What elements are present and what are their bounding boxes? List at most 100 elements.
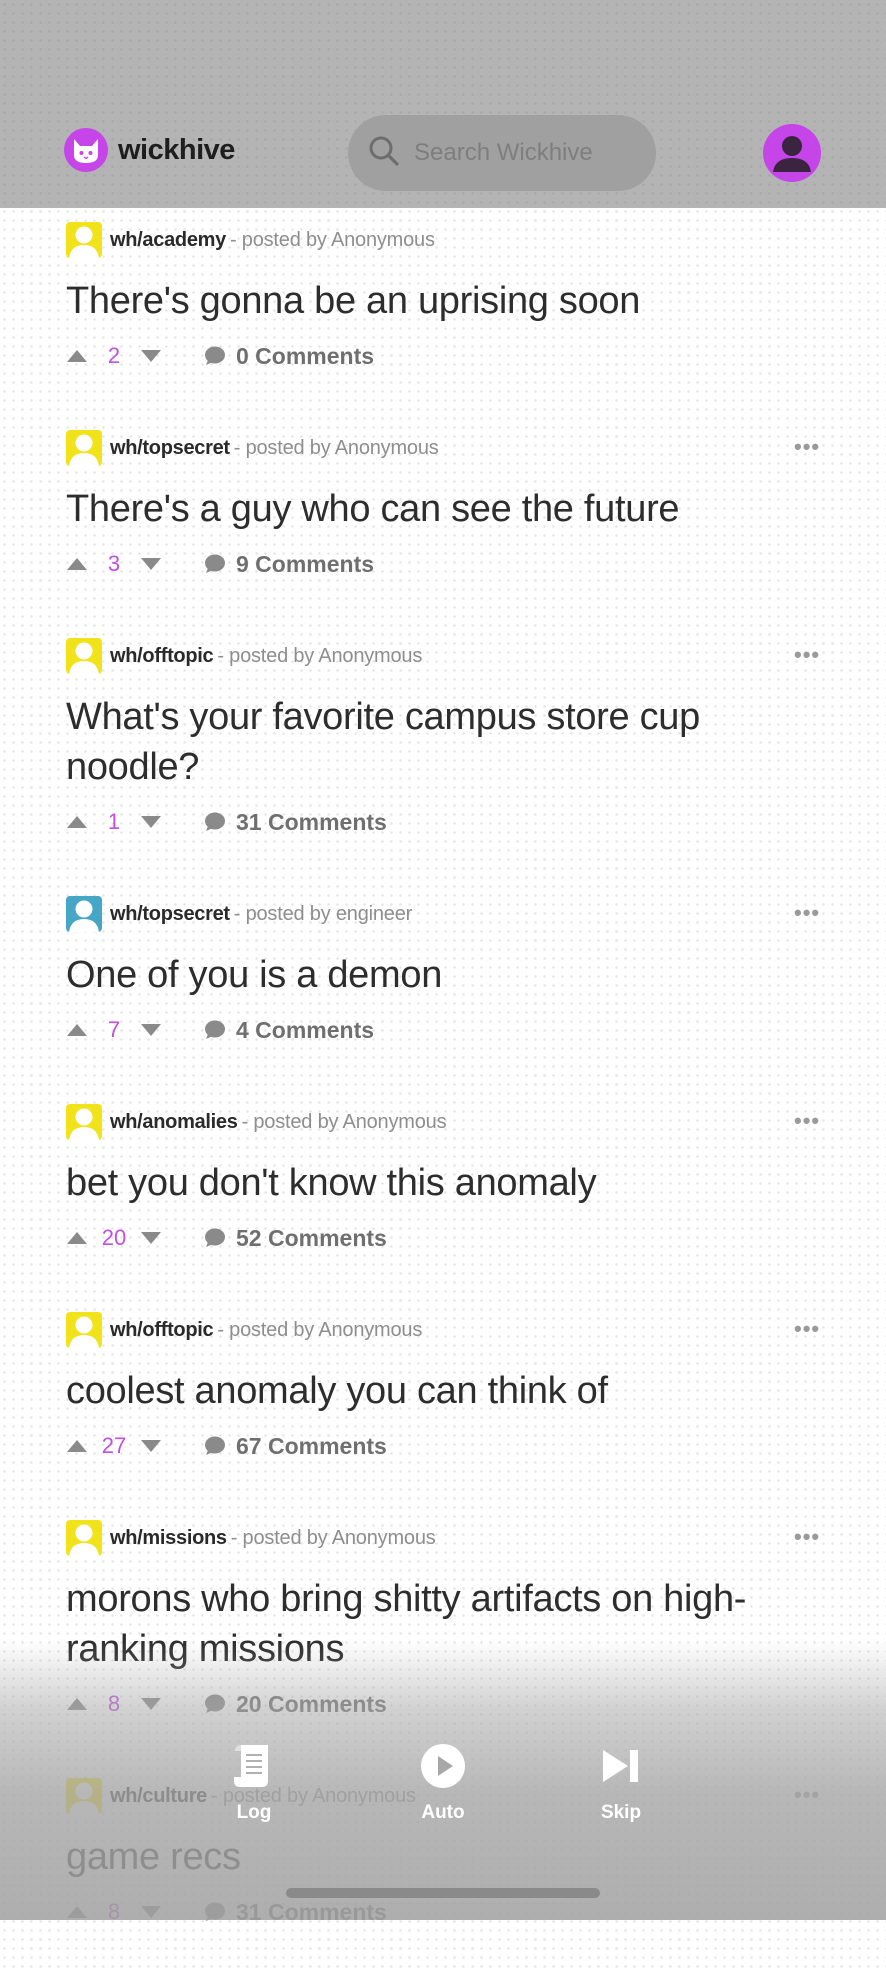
upvote-icon[interactable]: [66, 1231, 88, 1245]
post-card[interactable]: wh/anomalies - posted by Anonymous ••• b…: [0, 1090, 886, 1298]
subhive-link[interactable]: wh/topsecret: [110, 437, 230, 460]
play-icon: [420, 1740, 466, 1792]
post-actions: 27 67 Comments: [66, 1429, 387, 1463]
vote-score: 7: [107, 1017, 121, 1042]
downvote-icon[interactable]: [140, 1905, 162, 1919]
post-title[interactable]: There's gonna be an uprising soon: [66, 276, 786, 326]
scroll-icon: [232, 1740, 276, 1792]
post-meta: wh/offtopic - posted by Anonymous: [66, 1312, 422, 1348]
brand-name: wickhive: [118, 133, 235, 166]
search-input[interactable]: [412, 138, 616, 168]
posted-by-text: - posted by Anonymous: [229, 228, 435, 251]
comment-count: 0 Comments: [236, 342, 375, 369]
vote-score: 1: [107, 809, 121, 834]
downvote-icon[interactable]: [140, 349, 162, 363]
upvote-icon[interactable]: [66, 815, 88, 829]
post-title[interactable]: game recs: [66, 1832, 786, 1882]
comment-count: 52 Comments: [236, 1224, 387, 1251]
vote-score: 27: [101, 1433, 127, 1458]
comment-count: 4 Comments: [236, 1016, 375, 1043]
home-indicator[interactable]: [286, 1888, 600, 1898]
more-options-button[interactable]: •••: [794, 436, 820, 458]
comments-button[interactable]: 31 Comments: [204, 809, 387, 836]
post-actions: 2 0 Comments: [66, 339, 374, 373]
subhive-icon[interactable]: [66, 896, 102, 932]
posted-by-text: - posted by Anonymous: [241, 1110, 447, 1133]
subhive-link[interactable]: wh/topsecret: [110, 903, 230, 926]
more-options-button[interactable]: •••: [794, 1318, 820, 1340]
downvote-icon[interactable]: [140, 815, 162, 829]
subhive-icon[interactable]: [66, 1520, 102, 1556]
comments-button[interactable]: 67 Comments: [204, 1433, 387, 1460]
downvote-icon[interactable]: [140, 1439, 162, 1453]
upvote-icon[interactable]: [66, 349, 88, 363]
post-card[interactable]: wh/offtopic - posted by Anonymous ••• co…: [0, 1298, 886, 1506]
subhive-icon[interactable]: [66, 1104, 102, 1140]
subhive-link[interactable]: wh/missions: [110, 1527, 227, 1550]
post-card[interactable]: wh/topsecret - posted by Anonymous ••• T…: [0, 416, 886, 624]
comments-button[interactable]: 52 Comments: [204, 1225, 387, 1252]
upvote-icon[interactable]: [66, 1697, 88, 1711]
post-title[interactable]: coolest anomaly you can think of: [66, 1366, 786, 1416]
comments-button[interactable]: 20 Comments: [204, 1691, 387, 1718]
post-card[interactable]: wh/offtopic - posted by Anonymous ••• Wh…: [0, 624, 886, 882]
subhive-link[interactable]: wh/offtopic: [110, 645, 214, 668]
post-meta: wh/offtopic - posted by Anonymous: [66, 638, 422, 674]
subhive-icon[interactable]: [66, 430, 102, 466]
cat-logo-icon: [64, 128, 108, 172]
upvote-icon[interactable]: [66, 557, 88, 571]
posted-by-text: - posted by Anonymous: [230, 1526, 436, 1549]
post-actions: 1 31 Comments: [66, 805, 387, 839]
posted-by-text: - posted by engineer: [233, 902, 413, 925]
search-bar[interactable]: [348, 115, 656, 191]
post-title[interactable]: One of you is a demon: [66, 950, 786, 1000]
user-icon: [773, 136, 811, 172]
post-card[interactable]: wh/academy - posted by Anonymous ••• The…: [0, 208, 886, 416]
post-title[interactable]: bet you don't know this anomaly: [66, 1158, 786, 1208]
post-actions: 8 31 Comments: [66, 1895, 387, 1929]
subhive-icon[interactable]: [66, 638, 102, 674]
subhive-icon[interactable]: [66, 1312, 102, 1348]
post-title[interactable]: morons who bring shitty artifacts on hig…: [66, 1574, 786, 1674]
post-actions: 20 52 Comments: [66, 1221, 387, 1255]
downvote-icon[interactable]: [140, 1231, 162, 1245]
post-feed: wh/academy - posted by Anonymous ••• The…: [0, 208, 886, 1972]
comments-button[interactable]: 4 Comments: [204, 1017, 374, 1044]
upvote-icon[interactable]: [66, 1439, 88, 1453]
log-label: Log: [236, 1802, 272, 1823]
post-title[interactable]: There's a guy who can see the future: [66, 484, 786, 534]
comments-button[interactable]: 9 Comments: [204, 551, 374, 578]
post-card[interactable]: wh/topsecret - posted by engineer ••• On…: [0, 882, 886, 1090]
subhive-link[interactable]: wh/offtopic: [110, 1319, 214, 1342]
downvote-icon[interactable]: [140, 1697, 162, 1711]
subhive-link[interactable]: wh/academy: [110, 229, 226, 252]
comment-icon: [205, 1694, 225, 1713]
skip-button[interactable]: Skip: [566, 1740, 676, 1830]
auto-button[interactable]: Auto: [388, 1740, 498, 1830]
more-options-button[interactable]: •••: [794, 902, 820, 924]
subhive-icon[interactable]: [66, 222, 102, 258]
wickhive-logo[interactable]: wickhive: [64, 128, 235, 172]
skip-label: Skip: [600, 1802, 642, 1823]
vote-score: 3: [107, 551, 121, 576]
downvote-icon[interactable]: [140, 1023, 162, 1037]
more-options-button[interactable]: •••: [794, 1110, 820, 1132]
comment-icon: [205, 1228, 225, 1247]
comment-count: 67 Comments: [236, 1432, 387, 1459]
posted-by-text: - posted by Anonymous: [217, 1318, 423, 1341]
comment-icon: [205, 1436, 225, 1455]
post-card[interactable]: wh/missions - posted by Anonymous ••• mo…: [0, 1506, 886, 1764]
comment-count: 20 Comments: [236, 1690, 387, 1717]
more-options-button[interactable]: •••: [794, 1526, 820, 1548]
upvote-icon[interactable]: [66, 1905, 88, 1919]
comments-button[interactable]: 31 Comments: [204, 1899, 387, 1926]
subhive-link[interactable]: wh/anomalies: [110, 1111, 238, 1134]
downvote-icon[interactable]: [140, 557, 162, 571]
upvote-icon[interactable]: [66, 1023, 88, 1037]
user-avatar[interactable]: [763, 124, 821, 182]
playback-dock: Log Auto Skip: [0, 1740, 886, 1830]
more-options-button[interactable]: •••: [794, 644, 820, 666]
post-title[interactable]: What's your favorite campus store cup no…: [66, 692, 786, 792]
log-button[interactable]: Log: [199, 1740, 309, 1830]
comments-button[interactable]: 0 Comments: [204, 343, 374, 370]
